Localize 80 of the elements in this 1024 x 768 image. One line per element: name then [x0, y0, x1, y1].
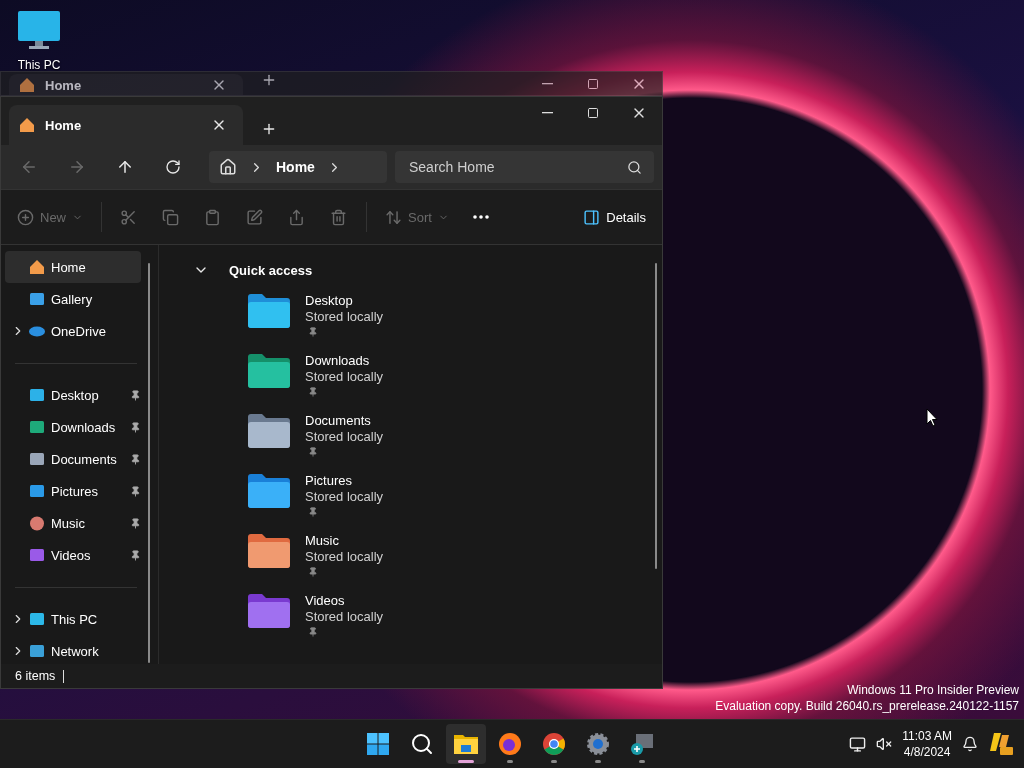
home-icon [219, 158, 237, 176]
watermark-text: Evaluation copy. Build 26040.rs_prerelease.240122-1157 [715, 698, 1019, 714]
clipboard-icon [204, 208, 221, 226]
panel-icon [583, 208, 601, 226]
folder-icon [453, 732, 479, 756]
taskbar-button[interactable] [446, 724, 486, 764]
folder-status: Stored locally [305, 549, 384, 564]
folder-icon [247, 593, 291, 629]
folder-name[interactable]: Documents [305, 413, 384, 428]
tab[interactable]: Home [9, 105, 243, 145]
plus-icon [261, 121, 277, 137]
pen-icon [246, 208, 263, 226]
maximize-icon [587, 107, 599, 119]
refresh-icon [165, 159, 181, 175]
folder-name[interactable]: Desktop [305, 293, 384, 308]
home-icon [29, 259, 45, 275]
folder-name[interactable]: Downloads [305, 353, 384, 368]
search-icon [410, 732, 434, 756]
clock[interactable]: 11:03 AM 4/8/2024 [902, 728, 952, 760]
folder-icon [247, 413, 291, 449]
folder-icon [247, 353, 291, 389]
minimize-icon [541, 112, 553, 114]
badge-icon[interactable] [988, 731, 1014, 757]
folder-status: Stored locally [305, 609, 384, 624]
search-icon [627, 160, 642, 175]
music-icon [29, 515, 45, 531]
folder-status: Stored locally [305, 489, 384, 504]
start-icon [366, 732, 390, 756]
details-button[interactable]: Details [577, 201, 652, 233]
item-count: 6 items [15, 669, 56, 683]
folder-icon [247, 473, 291, 509]
folder-name[interactable]: Videos [305, 593, 384, 608]
sidebar-item[interactable]: Music [5, 507, 141, 539]
browser-icon [542, 732, 566, 756]
address-bar[interactable]: Home [209, 151, 387, 183]
sidebar-item[interactable]: Home [5, 251, 141, 283]
section-title: Quick access [229, 262, 313, 278]
plus-icon [261, 72, 277, 88]
sidebar-item[interactable]: Pictures [5, 475, 141, 507]
sidebar-item[interactable]: Gallery [5, 283, 141, 315]
sidebar-item[interactable]: OneDrive [5, 315, 141, 347]
folder-status: Stored locally [305, 429, 384, 444]
scrollbar[interactable] [148, 263, 150, 663]
minimize-icon [541, 83, 553, 85]
home-icon [19, 117, 35, 133]
sort-icon [385, 208, 402, 226]
mouse-pointer-icon [926, 408, 938, 427]
trash-icon [330, 208, 347, 226]
notification-icon[interactable] [962, 736, 978, 752]
search-field[interactable]: Search Home [395, 151, 654, 183]
arrow-right-icon [68, 158, 86, 176]
sidebar-item[interactable]: Desktop [5, 379, 141, 411]
scissors-icon [120, 208, 137, 226]
share-icon [288, 208, 305, 226]
sidebar-item[interactable]: Downloads [5, 411, 141, 443]
folder-name[interactable]: Pictures [305, 473, 384, 488]
more-icon [472, 215, 489, 219]
folder-name[interactable]: Music [305, 533, 384, 548]
home-icon [19, 77, 35, 93]
sidebar-item[interactable]: Documents [5, 443, 141, 475]
watermark-text: Windows 11 Pro Insider Preview [847, 682, 1019, 698]
browser-icon [498, 732, 522, 756]
scrollbar[interactable] [655, 263, 657, 569]
folder-status: Stored locally [305, 369, 384, 384]
desktop-icon-label[interactable]: This PC [17, 58, 61, 72]
sidebar-item[interactable]: This PC [5, 603, 141, 635]
folder-icon [247, 293, 291, 329]
breadcrumb[interactable]: Home [276, 159, 315, 175]
copy-icon [162, 208, 179, 226]
folder-icon [247, 533, 291, 569]
muted-speaker-icon[interactable] [876, 736, 893, 752]
sidebar-item[interactable]: Videos [5, 539, 141, 571]
sidebar-item[interactable]: Network [5, 635, 141, 664]
folder-status: Stored locally [305, 309, 384, 324]
tab[interactable]: Home [9, 74, 243, 95]
gear-icon [586, 732, 610, 756]
monitor-icon [630, 732, 654, 756]
maximize-icon [587, 78, 599, 90]
plus-icon [17, 208, 34, 226]
monitor-icon[interactable] [17, 10, 61, 50]
